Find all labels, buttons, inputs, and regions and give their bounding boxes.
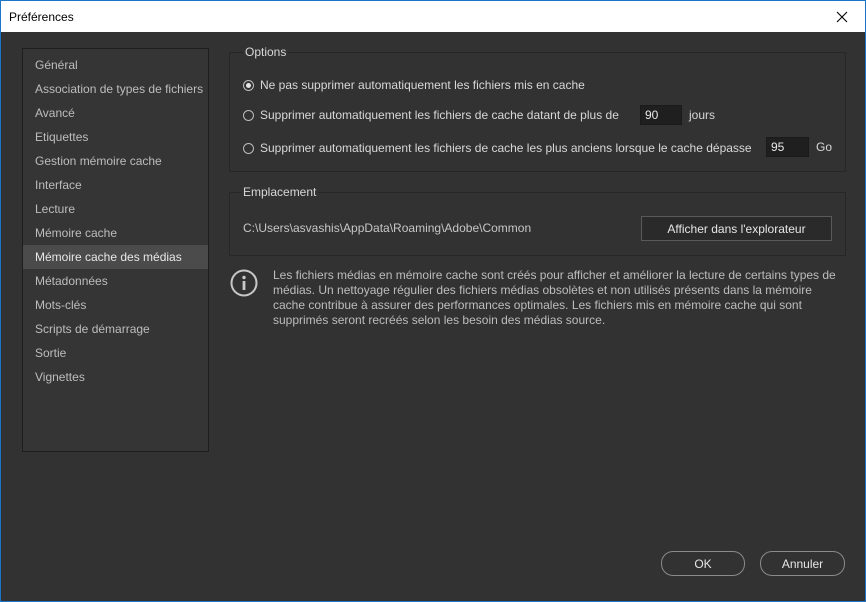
radio-delete-when-cache-exceeds-label: Supprimer automatiquement les fichiers d… [260,141,752,155]
cache-size-unit: Go [816,140,833,154]
sidebar-item-metadata[interactable]: Métadonnées [23,269,208,293]
sidebar-item-media-cache[interactable]: Mémoire cache des médias [23,245,208,269]
sidebar-item-cache[interactable]: Mémoire cache [23,221,208,245]
media-cache-info-text: Les fichiers médias en mémoire cache son… [273,268,836,327]
radio-button-checked[interactable] [243,79,254,91]
title-bar: Préférences [1,1,865,32]
radio-delete-older-than-label: Supprimer automatiquement les fichiers d… [260,108,619,122]
cancel-button[interactable]: Annuler [760,551,845,576]
days-input[interactable] [640,105,682,125]
ok-button[interactable]: OK [661,551,745,576]
info-icon [230,269,258,297]
radio-do-not-delete[interactable]: Ne pas supprimer automatiquement les fic… [243,78,585,92]
sidebar-item-general[interactable]: Général [23,53,208,77]
sidebar-item-advanced[interactable]: Avancé [23,101,208,125]
sidebar-item-interface[interactable]: Interface [23,173,208,197]
radio-delete-older-than[interactable]: Supprimer automatiquement les fichiers d… [243,108,619,122]
radio-do-not-delete-label: Ne pas supprimer automatiquement les fic… [260,78,585,92]
sidebar-item-cache-management[interactable]: Gestion mémoire cache [23,149,208,173]
days-unit: jours [689,108,716,122]
close-button[interactable] [819,1,865,32]
window-title: Préférences [9,10,74,24]
preferences-category-list: Général Association de types de fichiers… [22,48,209,452]
location-group-title: Emplacement [241,185,319,199]
cache-size-input[interactable] [766,137,809,157]
sidebar-item-thumbnails[interactable]: Vignettes [23,365,208,389]
show-in-explorer-button[interactable]: Afficher dans l'explorateur [641,216,832,241]
sidebar-item-keywords[interactable]: Mots-clés [23,293,208,317]
sidebar-item-file-type-association[interactable]: Association de types de fichiers [23,77,208,101]
cache-location-path: C:\Users\asvashis\AppData\Roaming\Adobe\… [243,221,532,235]
options-group-title: Options [243,45,289,59]
radio-button[interactable] [243,142,254,154]
preferences-dialog: Préférences Général Association de types… [0,0,866,602]
sidebar-item-playback[interactable]: Lecture [23,197,208,221]
radio-button[interactable] [243,109,254,121]
sidebar-item-labels[interactable]: Etiquettes [23,125,208,149]
close-icon [836,11,848,22]
sidebar-item-startup-scripts[interactable]: Scripts de démarrage [23,317,208,341]
sidebar-item-output[interactable]: Sortie [23,341,208,365]
radio-delete-when-cache-exceeds[interactable]: Supprimer automatiquement les fichiers d… [243,141,752,155]
